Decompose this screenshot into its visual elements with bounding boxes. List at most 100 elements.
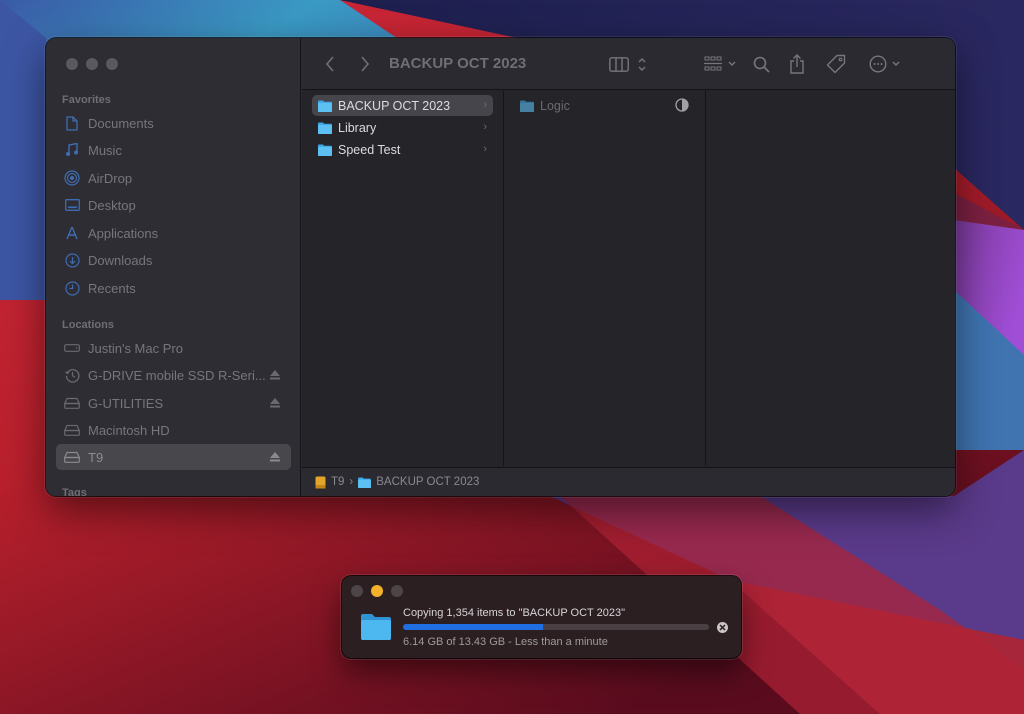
eject-icon[interactable] [269, 451, 281, 463]
computer-icon [64, 340, 80, 356]
clock-icon [64, 280, 80, 296]
locations-heading: Locations [62, 319, 114, 331]
sidebar-item-label: Desktop [88, 197, 136, 213]
back-icon [325, 56, 334, 72]
copy-progress-icon [675, 98, 689, 112]
close-button[interactable] [66, 58, 78, 70]
back-button[interactable] [322, 52, 338, 76]
view-mode-button[interactable] [608, 52, 648, 76]
sidebar-item-g-drive[interactable]: G-DRIVE mobile SSD R-Seri... [56, 362, 291, 388]
tag-icon [826, 54, 846, 74]
column-3 [706, 91, 955, 466]
sidebar-item-t9[interactable]: T9 [56, 444, 291, 470]
search-icon [753, 56, 770, 73]
sidebar-item-label: Applications [88, 225, 159, 241]
folder-icon [358, 476, 372, 488]
item-name: Speed Test [338, 142, 401, 157]
chevron-right-icon: › [483, 121, 487, 133]
close-button[interactable] [351, 585, 363, 597]
sidebar-item-desktop[interactable]: Desktop [56, 192, 291, 218]
copy-title: Copying 1,354 items to "BACKUP OCT 2023" [403, 607, 626, 619]
chevron-up-down-icon [638, 57, 646, 71]
finder-window: Favorites Documents Music AirDrop Deskto… [46, 38, 955, 496]
item-name: Library [338, 120, 377, 135]
sidebar-item-recents[interactable]: Recents [56, 275, 291, 301]
window-title: BACKUP OCT 2023 [389, 55, 527, 72]
sidebar-item-label: T9 [88, 449, 104, 465]
download-icon [64, 252, 80, 268]
applications-icon [64, 225, 80, 241]
folder-icon [520, 100, 534, 112]
chevron-right-icon: › [483, 99, 487, 111]
chevron-down-icon [728, 61, 735, 66]
forward-button[interactable] [357, 52, 373, 76]
folder-icon [318, 144, 332, 156]
list-item[interactable]: Library › [312, 117, 493, 138]
forward-icon [361, 56, 370, 72]
share-icon [790, 54, 804, 74]
time-machine-icon [64, 367, 80, 383]
sidebar: Favorites Documents Music AirDrop Deskto… [46, 38, 301, 496]
favorites-heading: Favorites [62, 94, 111, 106]
drive-icon [64, 422, 80, 438]
sidebar-item-label: Justin's Mac Pro [88, 340, 183, 356]
sidebar-item-documents[interactable]: Documents [56, 110, 291, 136]
finder-main: BACKUP OCT 2023 BACKUP OCT 2023 › Librar… [302, 38, 955, 496]
sidebar-item-label: Downloads [88, 252, 153, 268]
zoom-button[interactable] [106, 58, 118, 70]
minimize-button[interactable] [86, 58, 98, 70]
music-note-icon [64, 142, 80, 158]
external-drive-icon [315, 476, 326, 488]
sidebar-item-label: Documents [88, 115, 154, 131]
sidebar-item-label: AirDrop [88, 170, 133, 186]
window-controls [66, 58, 118, 70]
sidebar-item-applications[interactable]: Applications [56, 220, 291, 246]
more-actions-button[interactable] [867, 52, 903, 76]
item-name: Logic [540, 98, 570, 113]
drive-icon [64, 395, 80, 411]
tag-button[interactable] [825, 52, 847, 76]
list-item[interactable]: BACKUP OCT 2023 › [312, 95, 493, 116]
group-button[interactable] [700, 52, 740, 76]
sidebar-item-label: Macintosh HD [88, 422, 170, 438]
close-icon [719, 624, 726, 631]
sidebar-item-label: G-DRIVE mobile SSD R-Seri... [88, 367, 266, 383]
folder-icon [361, 614, 391, 640]
minimize-button[interactable] [371, 585, 383, 597]
list-item[interactable]: Logic [514, 95, 695, 116]
tags-heading: Tags [62, 487, 87, 496]
folder-icon [318, 100, 332, 112]
copy-status: 6.14 GB of 13.43 GB - Less than a minute [403, 636, 608, 648]
toolbar: BACKUP OCT 2023 [302, 38, 955, 90]
airdrop-icon [64, 170, 80, 186]
search-button[interactable] [752, 52, 770, 76]
column-view-icon [609, 56, 629, 72]
folder-icon [318, 122, 332, 134]
chevron-right-icon: › [349, 476, 354, 488]
desktop-icon [64, 197, 80, 213]
chevron-down-icon [892, 61, 900, 66]
sidebar-item-label: Recents [88, 280, 136, 296]
sidebar-item-label: G-UTILITIES [88, 395, 164, 411]
progress-fill [403, 624, 543, 630]
eject-icon[interactable] [269, 397, 281, 409]
share-button[interactable] [788, 52, 806, 76]
column-2: Logic [504, 91, 706, 466]
copy-progress-dialog: Copying 1,354 items to "BACKUP OCT 2023"… [342, 576, 741, 658]
sidebar-item-g-utilities[interactable]: G-UTILITIES [56, 390, 291, 416]
sidebar-item-macintosh-hd[interactable]: Macintosh HD [56, 417, 291, 443]
zoom-button[interactable] [391, 585, 403, 597]
sidebar-item-music[interactable]: Music [56, 137, 291, 163]
sidebar-item-downloads[interactable]: Downloads [56, 247, 291, 273]
group-icon [703, 56, 722, 71]
sidebar-item-label: Music [88, 142, 122, 158]
sidebar-item-mac-pro[interactable]: Justin's Mac Pro [56, 335, 291, 361]
window-controls [351, 585, 403, 597]
path-item-t9[interactable]: T9 [315, 476, 344, 489]
column-1: BACKUP OCT 2023 › Library › Speed Test › [302, 91, 504, 466]
list-item[interactable]: Speed Test › [312, 139, 493, 160]
path-item-backup[interactable]: BACKUP OCT 2023 [358, 476, 479, 488]
sidebar-item-airdrop[interactable]: AirDrop [56, 165, 291, 191]
eject-icon[interactable] [269, 369, 281, 381]
cancel-copy-button[interactable] [717, 622, 728, 633]
